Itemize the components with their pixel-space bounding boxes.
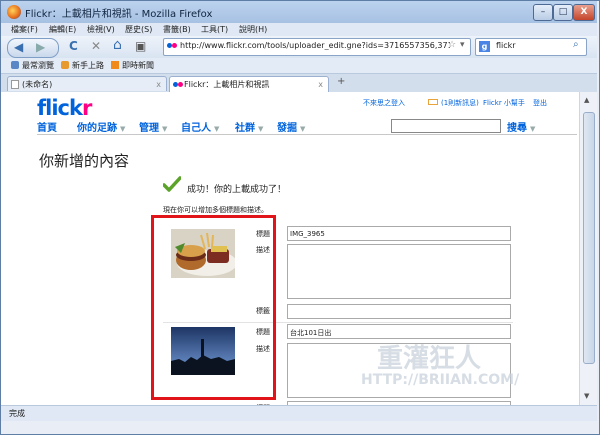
- back-icon[interactable]: ◀: [14, 40, 23, 54]
- chevron-down-icon: ▼: [300, 125, 306, 133]
- home-icon[interactable]: ⌂: [113, 37, 122, 53]
- tab-label: (未命名): [22, 80, 53, 89]
- menu-tools[interactable]: 工具(T): [201, 24, 228, 35]
- site-favicon-icon: [167, 43, 177, 49]
- chevron-down-icon: ▼: [258, 125, 264, 133]
- page-content: flickr 不來思之登入 (1則新訊息) Flickr 小幫手 登出 首頁 你…: [1, 92, 579, 405]
- bookmark-star-icon[interactable]: ☆: [448, 40, 456, 50]
- minimize-button[interactable]: –: [533, 4, 553, 21]
- tab-label: Flickr：上載相片和視訊: [184, 80, 270, 89]
- logo-part-r: r: [81, 96, 92, 120]
- mail-link[interactable]: (1則新訊息): [441, 98, 479, 108]
- feed-icon[interactable]: ▣: [135, 39, 146, 53]
- bookmarks-toolbar: 最常瀏覽 新手上路 即時新聞: [1, 58, 597, 74]
- page-icon: [11, 80, 19, 89]
- search-engine-icon[interactable]: g: [479, 41, 490, 52]
- account-link[interactable]: 不來思之登入: [363, 98, 405, 108]
- nav-label: 管理: [139, 123, 159, 134]
- chevron-down-icon: ▼: [162, 125, 168, 133]
- close-button[interactable]: X: [573, 4, 595, 21]
- chevron-down-icon: ▼: [120, 125, 126, 133]
- menu-bookmarks[interactable]: 書籤(B): [163, 24, 191, 35]
- intro-text: 現在你可以增加多個標題和描述。: [163, 206, 268, 214]
- menu-view[interactable]: 檢視(V): [87, 24, 115, 35]
- flickr-favicon-icon: [173, 82, 183, 87]
- nav-explore[interactable]: 發掘 ▼: [277, 119, 305, 134]
- nav-label: 社群: [235, 123, 255, 134]
- tab-close-icon[interactable]: x: [156, 77, 161, 92]
- tab-flickr-upload[interactable]: Flickr：上載相片和視訊 x: [169, 76, 329, 92]
- menu-bar: 檔案(F) 編輯(E) 檢視(V) 歷史(S) 書籤(B) 工具(T) 說明(H…: [1, 23, 597, 36]
- nav-groups[interactable]: 社群 ▼: [235, 119, 263, 134]
- window-title: Flickr：上載相片和視訊 - Mozilla Firefox: [25, 9, 213, 20]
- menu-help[interactable]: 說明(H): [239, 24, 267, 35]
- search-icon[interactable]: ⌕: [573, 39, 579, 50]
- highlight-box: [151, 215, 276, 400]
- tab-close-icon[interactable]: x: [318, 77, 323, 92]
- firefox-icon: [7, 5, 21, 19]
- tab-strip: (未命名) x Flickr：上載相片和視訊 x +: [1, 74, 597, 93]
- watermark-url: HTTP://BRIIAN.COM/: [361, 372, 520, 388]
- bookmark-label: 最常瀏覽: [22, 61, 54, 70]
- search-box[interactable]: g flickr ⌕: [475, 38, 587, 56]
- reload-icon[interactable]: C: [69, 39, 78, 53]
- firefox-bookmark-icon: [61, 61, 69, 69]
- tab-untitled[interactable]: (未命名) x: [7, 76, 167, 91]
- bookmark-getting-started[interactable]: 新手上路: [61, 60, 104, 71]
- rss-icon: [111, 61, 119, 69]
- nav-organize[interactable]: 管理 ▼: [139, 119, 167, 134]
- nav-label: 你的足跡: [77, 123, 117, 134]
- success-message: 成功！你的上載成功了！: [187, 185, 287, 195]
- vertical-scrollbar[interactable]: ▲ ▼: [579, 92, 597, 405]
- back-forward-group: ◀ ▶: [7, 38, 59, 58]
- flickr-search-button[interactable]: 搜尋 ▼: [507, 119, 535, 134]
- chevron-down-icon: ▼: [530, 125, 536, 133]
- nav-home[interactable]: 首頁: [37, 119, 57, 134]
- search-label: 搜尋: [507, 123, 527, 134]
- mail-icon: [428, 99, 438, 105]
- nav-contacts[interactable]: 自己人 ▼: [181, 119, 219, 134]
- menu-edit[interactable]: 編輯(E): [49, 24, 76, 35]
- bookmark-label: 新手上路: [72, 61, 104, 70]
- watermark-text: 重灌狂人: [377, 344, 482, 374]
- status-text: 完成: [9, 409, 25, 418]
- search-input[interactable]: flickr: [496, 41, 516, 50]
- bookmark-folder-icon: [11, 61, 19, 69]
- new-tab-button[interactable]: +: [337, 76, 345, 87]
- logo-part-flick: flick: [37, 96, 83, 120]
- bookmark-most-visited[interactable]: 最常瀏覽: [11, 60, 54, 71]
- status-bar: 完成: [1, 405, 597, 421]
- url-text[interactable]: http://www.flickr.com/tools/uploader_edi…: [180, 41, 450, 50]
- checkmark-icon: [163, 176, 181, 192]
- url-dropdown-icon[interactable]: ▾: [460, 40, 465, 50]
- nav-label: 自己人: [181, 123, 211, 134]
- scrollbar-thumb[interactable]: [583, 112, 595, 364]
- forward-icon[interactable]: ▶: [36, 40, 45, 54]
- maximize-button[interactable]: □: [553, 4, 573, 21]
- page-title: 你新增的內容: [39, 152, 130, 170]
- menu-history[interactable]: 歷史(S): [125, 24, 152, 35]
- chevron-down-icon: ▼: [214, 125, 220, 133]
- flickr-search-input[interactable]: [391, 119, 501, 133]
- photo2-title-input[interactable]: 台北101日出: [287, 324, 511, 339]
- title-bar: Flickr：上載相片和視訊 - Mozilla Firefox – □ X: [1, 1, 597, 23]
- nav-divider: [37, 134, 577, 135]
- menu-file[interactable]: 檔案(F): [11, 24, 38, 35]
- scroll-up-icon[interactable]: ▲: [584, 96, 589, 104]
- bookmark-label: 即時新聞: [122, 61, 154, 70]
- nav-label: 發掘: [277, 123, 297, 134]
- help-link[interactable]: Flickr 小幫手: [483, 98, 525, 108]
- nav-your-stuff[interactable]: 你的足跡 ▼: [77, 119, 125, 134]
- scroll-down-icon[interactable]: ▼: [584, 392, 589, 400]
- bookmark-latest-news[interactable]: 即時新聞: [111, 60, 154, 71]
- flickr-logo[interactable]: flickr: [37, 96, 92, 120]
- logout-link[interactable]: 登出: [533, 98, 547, 108]
- navigation-toolbar: ◀ ▶ C ✕ ⌂ ▣ http://www.flickr.com/tools/…: [1, 36, 597, 58]
- photo1-title-input[interactable]: IMG_3965: [287, 226, 511, 241]
- photo1-description-input[interactable]: [287, 244, 511, 299]
- photo1-tags-input[interactable]: [287, 304, 511, 319]
- stop-icon[interactable]: ✕: [91, 39, 101, 53]
- url-bar[interactable]: http://www.flickr.com/tools/uploader_edi…: [163, 38, 471, 56]
